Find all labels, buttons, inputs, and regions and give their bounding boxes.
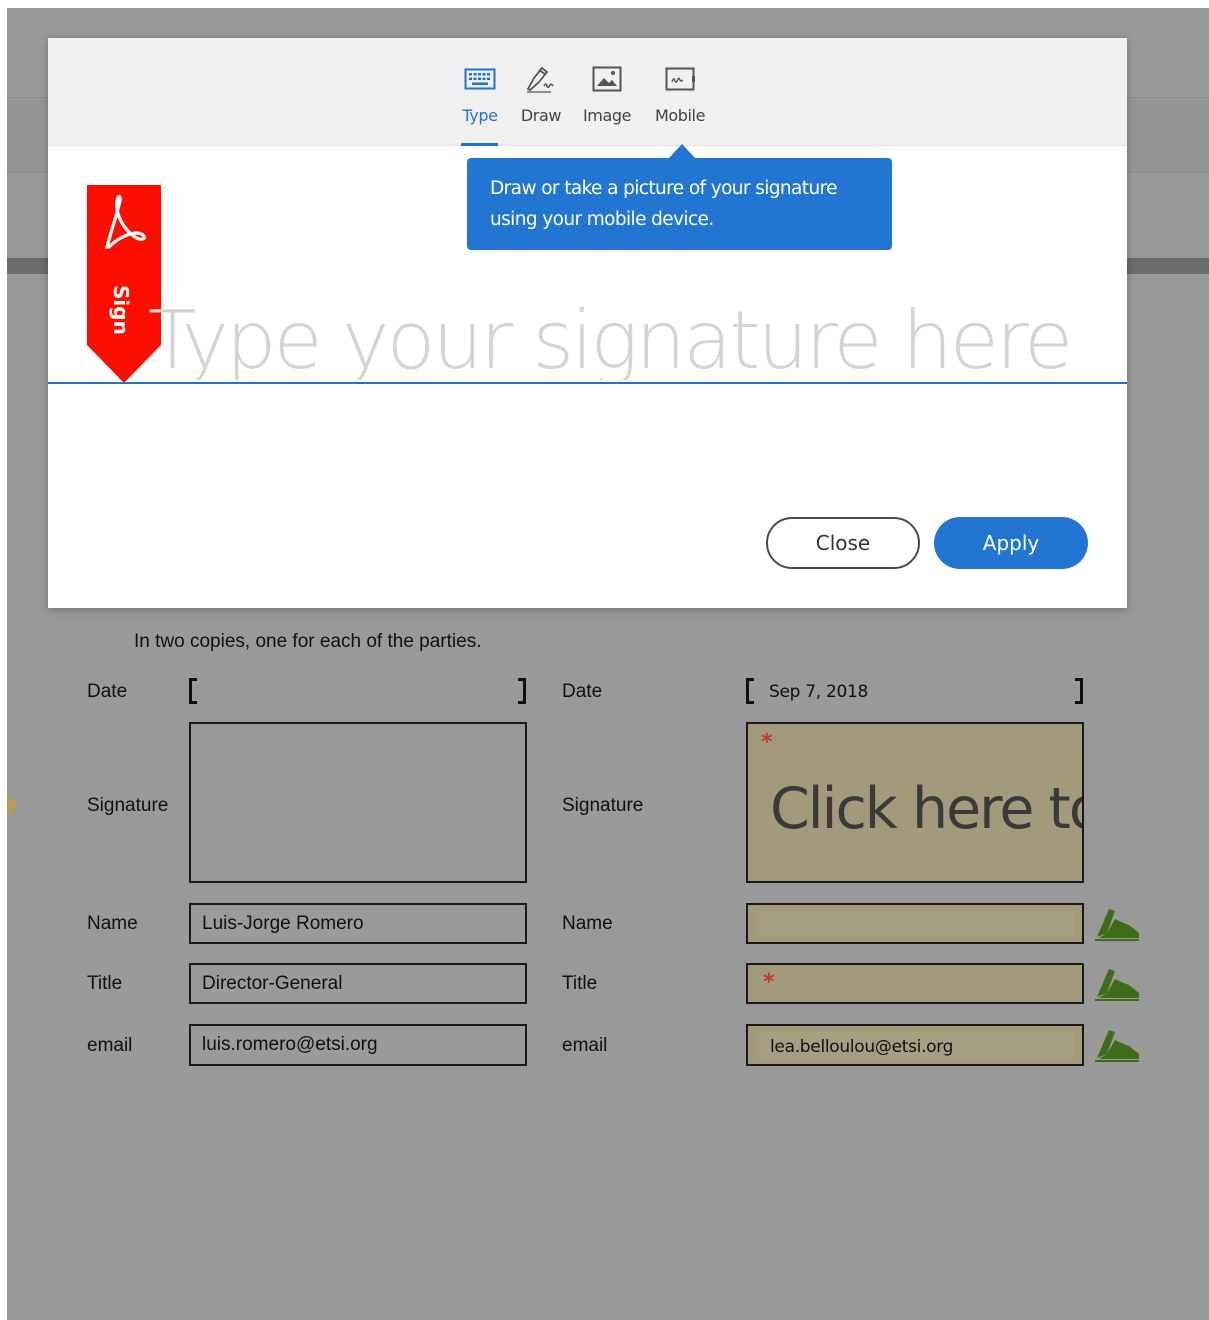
right-email-label: email: [562, 1035, 608, 1056]
signature-input[interactable]: [148, 300, 1108, 380]
left-email-field[interactable]: luis.romero@etsi.org: [189, 1024, 527, 1066]
keyboard-icon: [464, 68, 496, 90]
tab-image[interactable]: Image: [577, 64, 637, 125]
tooltip-line-1: Draw or take a picture of your signature: [490, 178, 838, 199]
right-date-bracket-close: [1075, 678, 1083, 704]
right-email-field[interactable]: lea.belloulou@etsi.org: [746, 1024, 1084, 1066]
tab-draw-label: Draw: [520, 106, 562, 125]
close-button[interactable]: Close: [766, 517, 920, 569]
signature-baseline: [48, 382, 1127, 384]
signature-required-marker: *: [761, 730, 773, 755]
right-signature-label: Signature: [562, 795, 644, 816]
field-pointer-icon: [7, 795, 18, 817]
sign-tag-label: Sign: [109, 285, 133, 335]
intro-text: In two copies, one for each of the parti…: [134, 631, 482, 652]
right-date-label: Date: [562, 681, 603, 702]
image-icon: [592, 66, 622, 92]
left-email-value: luis.romero@etsi.org: [202, 1034, 378, 1055]
left-signature-label: Signature: [87, 795, 169, 816]
tab-draw[interactable]: Draw: [511, 64, 571, 125]
active-tab-indicator: [461, 143, 498, 146]
right-date-value[interactable]: Sep 7, 2018: [769, 682, 868, 702]
left-title-label: Title: [87, 973, 123, 994]
right-title-field[interactable]: *: [746, 963, 1084, 1004]
sign-pen-icon[interactable]: [1093, 1024, 1141, 1064]
left-date-bracket-close: [518, 678, 526, 704]
left-email-label: email: [87, 1035, 133, 1056]
left-date-label: Date: [87, 681, 128, 702]
title-required-marker: *: [763, 970, 775, 995]
tab-mobile[interactable]: Mobile: [650, 64, 710, 125]
left-name-value: Luis-Jorge Romero: [202, 912, 364, 934]
signature-dialog: Type Draw Image Mobile Draw or take a pi…: [48, 38, 1127, 608]
right-title-label: Title: [562, 973, 598, 994]
right-signature-field[interactable]: * Click here to: [746, 722, 1084, 883]
left-name-label: Name: [87, 913, 138, 934]
tooltip-line-2: using your mobile device.: [490, 209, 714, 230]
left-title-value: Director-General: [202, 972, 343, 994]
left-date-bracket-open: [189, 678, 197, 704]
apply-button[interactable]: Apply: [934, 517, 1088, 569]
mobile-tooltip: Draw or take a picture of your signature…: [467, 158, 892, 250]
left-name-field[interactable]: Luis-Jorge Romero: [189, 903, 527, 944]
pen-draw-icon: [526, 66, 554, 93]
right-name-label: Name: [562, 913, 613, 934]
right-email-value: lea.belloulou@etsi.org: [770, 1037, 954, 1057]
left-title-field[interactable]: Director-General: [189, 963, 527, 1004]
tab-type[interactable]: Type: [450, 64, 510, 125]
signature-method-tabs: Type Draw Image Mobile: [48, 38, 1127, 146]
tab-image-label: Image: [582, 106, 632, 125]
tab-type-label: Type: [462, 106, 498, 125]
left-signature-box[interactable]: [189, 722, 527, 883]
tooltip-arrow: [669, 144, 695, 158]
right-date-bracket-open: [746, 678, 754, 704]
sign-pen-icon[interactable]: [1093, 903, 1141, 943]
right-name-field[interactable]: [746, 903, 1084, 944]
mobile-signature-icon: [665, 67, 695, 91]
tab-mobile-label: Mobile: [654, 106, 706, 125]
sign-pen-icon[interactable]: [1093, 963, 1141, 1003]
signature-click-prompt: Click here to: [770, 776, 1084, 842]
